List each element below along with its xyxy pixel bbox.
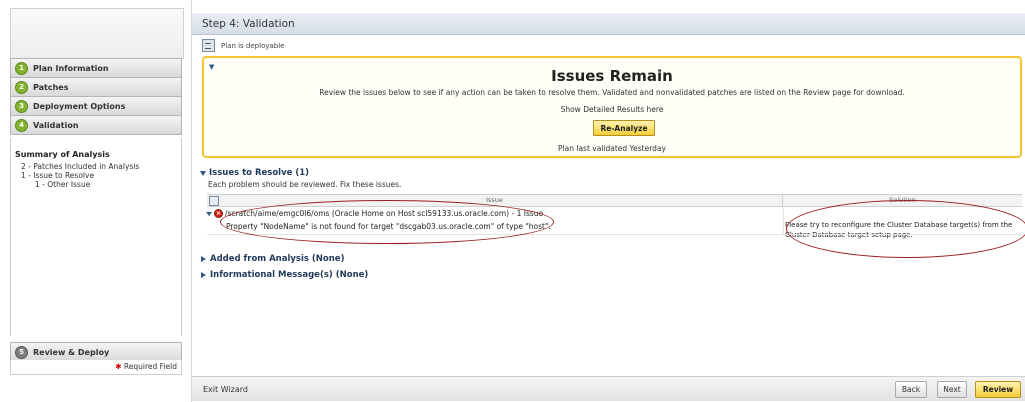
annotation-oval-solution [786, 200, 1025, 258]
issues-to-resolve-title: Issues to Resolve (1) [209, 168, 310, 178]
issues-subtitle: Each problem should be reviewed. Fix the… [208, 180, 402, 189]
step-patches[interactable]: 2 Patches [10, 77, 182, 97]
step-label: Review & Deploy [33, 347, 110, 357]
column-divider [783, 206, 784, 234]
informational-messages-header[interactable]: Informational Message(s) (None) [201, 270, 368, 280]
main-content: Step 4: Validation Plan is deployable ▼ … [191, 0, 1025, 402]
last-validated-text: Plan last validated Yesterday [558, 144, 666, 153]
step-deployment-options[interactable]: 3 Deployment Options [10, 96, 182, 116]
summary-line-issues: 1 - Issue to Resolve [21, 171, 95, 180]
reanalyze-button[interactable]: Re-Analyze [593, 120, 655, 136]
wizard-train: 1 Plan Information 2 Patches 3 Deploymen… [10, 0, 184, 402]
expanded-triangle-icon [200, 170, 206, 176]
wizard-footer: Exit Wizard Back Next Review [192, 376, 1025, 401]
step-label: Plan Information [33, 63, 109, 73]
plan-status-icon [202, 39, 215, 52]
annotation-oval-issue [220, 200, 554, 244]
step-label: Patches [33, 82, 69, 92]
step-number-badge: 1 [15, 61, 28, 75]
required-field-note: ✱ Required Field [10, 360, 182, 375]
train-header [10, 8, 184, 59]
exit-wizard-link[interactable]: Exit Wizard [203, 385, 248, 394]
page-title: Step 4: Validation [192, 13, 1025, 35]
step-number-badge: 4 [15, 118, 28, 132]
summary-line-other: 1 - Other Issue [35, 180, 91, 189]
collapsed-triangle-icon [201, 256, 206, 262]
step-validation[interactable]: 4 Validation [10, 115, 182, 135]
summary-title: Summary of Analysis [15, 150, 110, 159]
error-icon: × [214, 209, 223, 218]
issues-remain-panel: ▼ Issues Remain Review the issues below … [202, 56, 1022, 158]
next-button[interactable]: Next [937, 381, 967, 398]
informational-messages-title: Informational Message(s) (None) [210, 270, 369, 280]
added-from-analysis-header[interactable]: Added from Analysis (None) [201, 254, 344, 264]
deploy-status-text: Plan is deployable [221, 41, 285, 50]
deploy-status: Plan is deployable [202, 39, 284, 52]
step-number-badge: 5 [15, 345, 28, 359]
step-plan-information[interactable]: 1 Plan Information [10, 58, 182, 78]
step-label: Deployment Options [33, 101, 126, 111]
summary-panel: Summary of Analysis 2 - Patches Included… [10, 138, 182, 336]
step-number-badge: 3 [15, 99, 28, 113]
back-button[interactable]: Back [895, 381, 927, 398]
issues-remain-description: Review the issues below to see if any ac… [319, 88, 905, 97]
required-field-label: Required Field [123, 362, 177, 371]
review-button[interactable]: Review [975, 381, 1021, 398]
show-detailed-results-link[interactable]: Show Detailed Results here [204, 105, 1020, 114]
added-from-analysis-title: Added from Analysis (None) [210, 254, 345, 264]
required-star-icon: ✱ [115, 362, 122, 371]
step-review-deploy[interactable]: 5 Review & Deploy [10, 342, 182, 362]
issues-to-resolve-header[interactable]: Issues to Resolve (1) [200, 168, 309, 178]
step-label: Validation [33, 120, 79, 130]
summary-line-patches: 2 - Patches Included in Analysis [21, 162, 140, 171]
collapsed-triangle-icon [201, 272, 206, 278]
row-expand-icon[interactable] [206, 212, 212, 216]
step-number-badge: 2 [15, 80, 28, 94]
issues-remain-title: Issues Remain [551, 67, 673, 85]
